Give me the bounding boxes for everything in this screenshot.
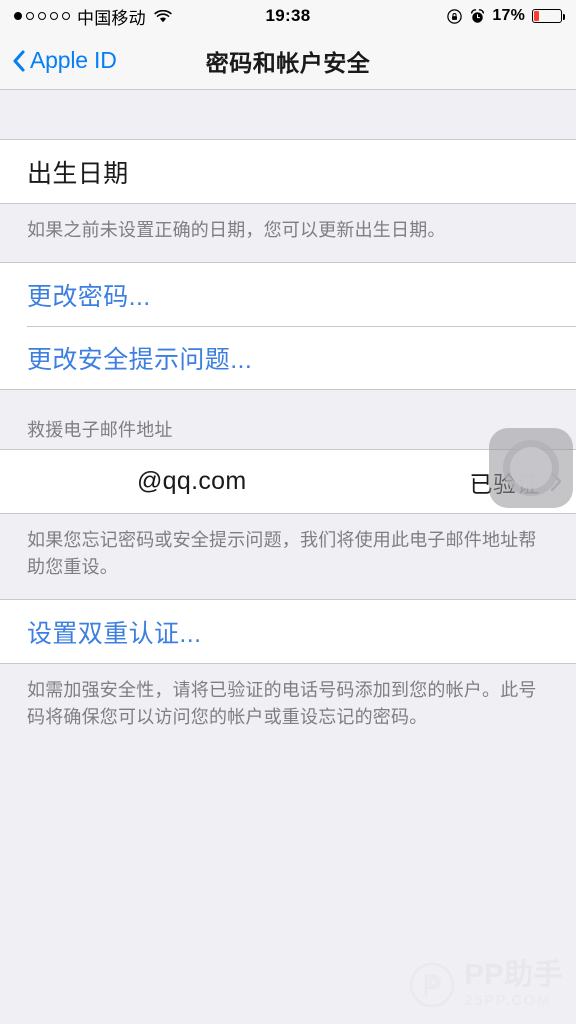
two-factor-group: 设置双重认证... [0, 599, 576, 664]
watermark: PP助手 25PP.COM [409, 961, 563, 1008]
rescue-email-value: @qq.com [137, 467, 247, 495]
battery-fill [534, 11, 539, 21]
rotation-lock-icon [446, 8, 463, 25]
settings-list[interactable]: 出生日期 如果之前未设置正确的日期，您可以更新出生日期。 更改密码... 更改安… [0, 90, 576, 1024]
watermark-title: PP助手 [464, 959, 563, 991]
change-security-questions-cell[interactable]: 更改安全提示问题... [0, 326, 576, 389]
change-password-cell[interactable]: 更改密码... [0, 263, 576, 326]
setup-two-factor-label: 设置双重认证... [27, 619, 202, 648]
battery-percent-label: 17% [492, 7, 525, 24]
status-bar-right: 17% [446, 7, 566, 25]
navigation-bar: Apple ID 密码和帐户安全 [0, 32, 576, 90]
security-actions-group: 更改密码... 更改安全提示问题... [0, 262, 576, 390]
assistive-touch-ring-inner [510, 447, 552, 489]
pp-logo-icon [409, 962, 455, 1008]
change-password-label: 更改密码... [27, 282, 151, 311]
birthday-cell[interactable]: 出生日期 [0, 140, 576, 203]
birthday-label: 出生日期 [27, 159, 129, 188]
back-button-label: Apple ID [30, 47, 117, 73]
watermark-text: PP助手 25PP.COM [464, 959, 563, 1009]
alarm-clock-icon [470, 8, 485, 24]
chevron-left-icon [12, 49, 25, 72]
top-spacer [0, 90, 576, 139]
assistive-touch-icon[interactable] [489, 428, 573, 508]
setup-two-factor-cell[interactable]: 设置双重认证... [0, 600, 576, 663]
assistive-touch-ring-outer [503, 440, 559, 496]
back-button[interactable]: Apple ID [0, 47, 117, 74]
battery-icon [532, 9, 566, 23]
birthday-footer: 如果之前未设置正确的日期，您可以更新出生日期。 [0, 204, 576, 262]
watermark-subtitle: 25PP.COM [464, 992, 552, 1009]
rescue-email-footer: 如果您忘记密码或安全提示问题，我们将使用此电子邮件地址帮助您重设。 [0, 514, 576, 599]
status-bar: 中国移动 19:38 17% [0, 0, 576, 32]
birthday-group: 出生日期 [0, 139, 576, 204]
two-factor-footer: 如需加强安全性，请将已验证的电话号码添加到您的帐户。此号码将确保您可以访问您的帐… [0, 664, 576, 749]
change-security-questions-label: 更改安全提示问题... [27, 345, 253, 374]
